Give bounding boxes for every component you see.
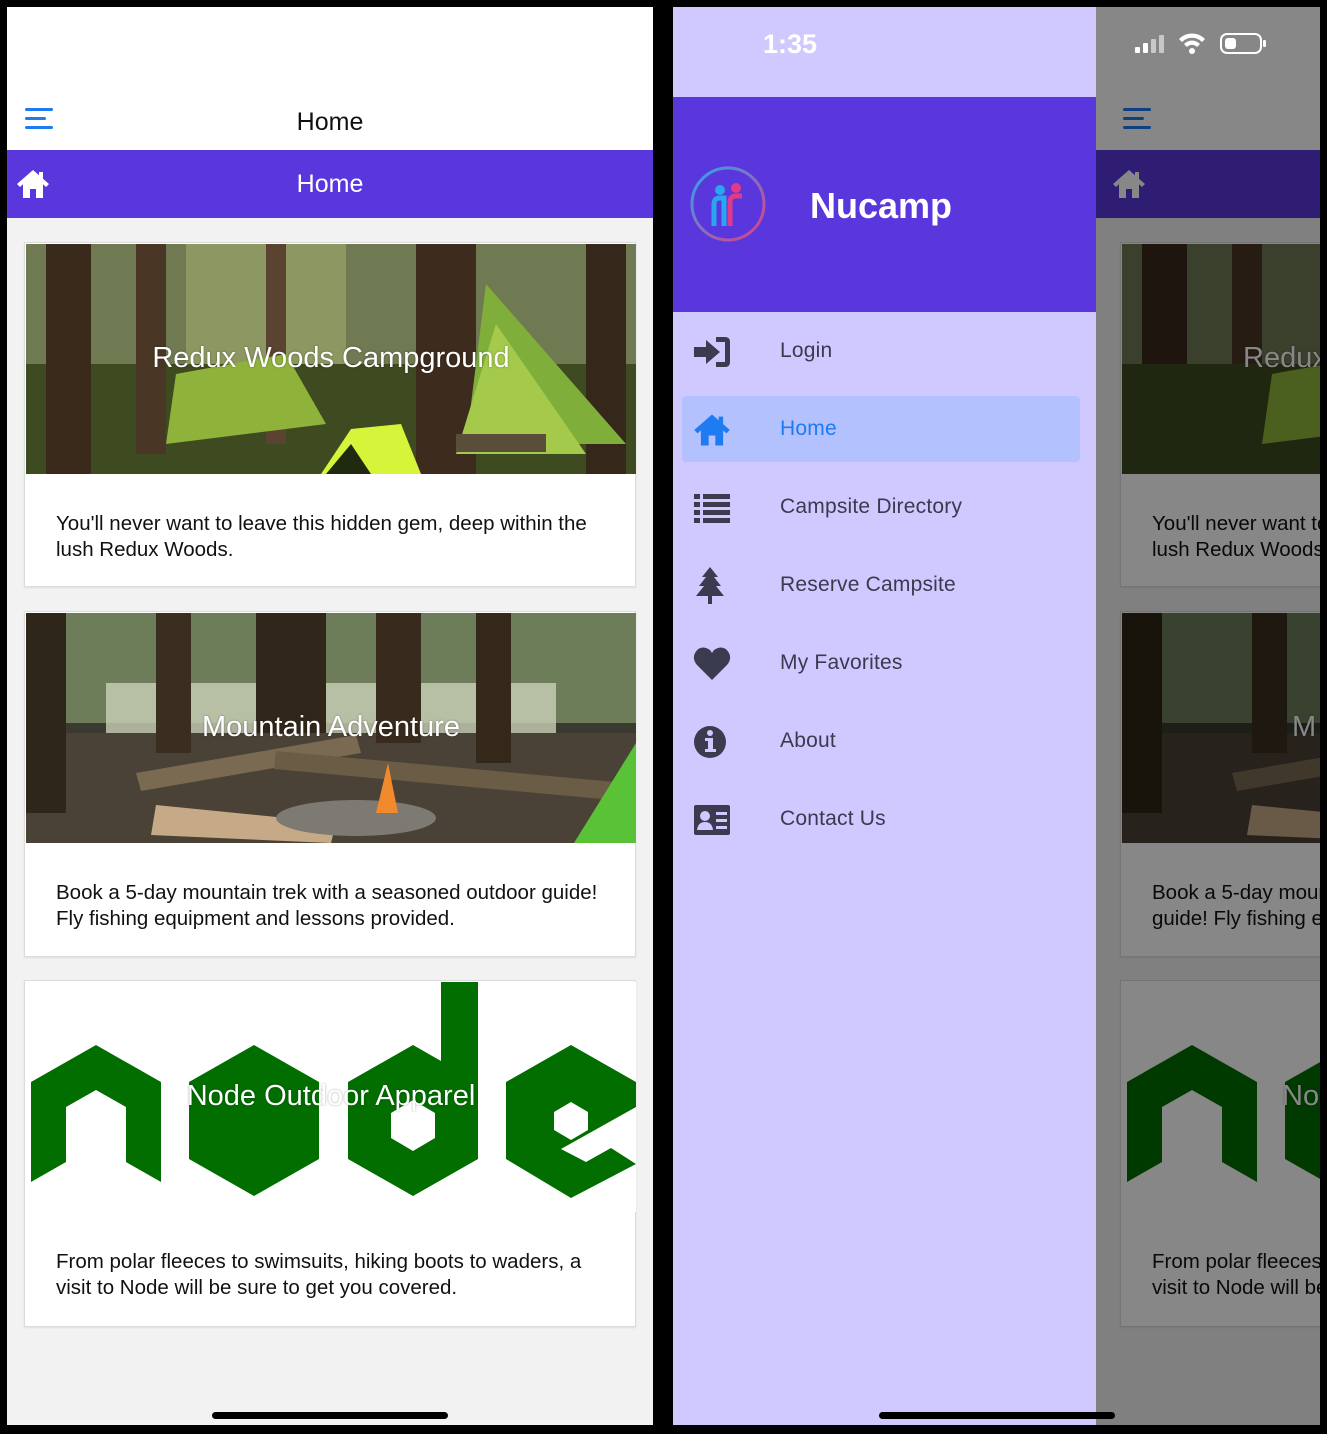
home-indicator[interactable] [212, 1412, 448, 1419]
card-description: Book a 5-day mountain trek with a season… [56, 881, 598, 930]
home-icon [692, 410, 732, 450]
drawer-item-label: Contact Us [780, 807, 886, 830]
drawer-item-label: About [780, 729, 836, 752]
navigation-drawer: 1:35 Nucamp Login Home Campsite Director… [673, 7, 1096, 1425]
drawer-item-campsite-directory[interactable]: Campsite Directory [682, 474, 1080, 540]
drawer-header: Nucamp [673, 97, 1096, 312]
drawer-item-contact-us[interactable]: Contact Us [682, 786, 1080, 852]
drawer-item-my-favorites[interactable]: My Favorites [682, 630, 1080, 696]
drawer-item-label: Login [780, 339, 833, 362]
featured-card-partner[interactable]: Node Outdoor Apparel From polar fleeces … [24, 980, 636, 1327]
drawer-status-area: 1:35 [673, 7, 1096, 97]
status-icons [1133, 31, 1273, 59]
nucamp-logo [690, 166, 766, 242]
status-bar [7, 7, 653, 97]
sign-in-icon [692, 332, 732, 372]
drawer-item-label: Home [780, 417, 837, 440]
home-indicator[interactable] [879, 1412, 1115, 1419]
drawer-item-login[interactable]: Login [682, 318, 1080, 384]
featured-card-promotion[interactable]: Mountain Adventure Book a 5-day mountain… [24, 611, 636, 957]
drawer-item-home[interactable]: Home [682, 396, 1080, 462]
app-header: Home [7, 97, 653, 150]
home-screen: Home Home Redux Woods Campground You'll … [7, 7, 653, 1425]
card-description: You'll never want to leave this hidden g… [56, 512, 587, 561]
drawer-item-reserve-campsite[interactable]: Reserve Campsite [682, 552, 1080, 618]
card-description: From polar fleeces to swimsuits, hiking … [56, 1250, 582, 1299]
card-image-node-logo: Node Outdoor Apparel [26, 982, 636, 1212]
drawer-item-label: My Favorites [780, 651, 903, 674]
drawer-brand-title: Nucamp [810, 185, 953, 226]
address-card-icon [692, 800, 732, 840]
status-time: 1:35 [763, 29, 818, 59]
screen-title: Home [296, 170, 364, 198]
card-title: Mountain Adventure [202, 711, 460, 743]
page-title: Home [296, 108, 364, 136]
drawer-item-label: Reserve Campsite [780, 573, 956, 596]
tree-icon [692, 566, 732, 606]
drawer-open-screen: Redux You'll never want to leave this hi… [673, 7, 1320, 1425]
card-image-forest-campsite: Redux Woods Campground [26, 244, 636, 474]
heart-icon [692, 644, 732, 684]
screen-header-bar: Home [7, 150, 653, 218]
card-title: Redux Woods Campground [152, 342, 510, 374]
info-circle-icon [692, 722, 732, 762]
card-image-campfire: Mountain Adventure [26, 613, 636, 843]
card-title: Node Outdoor Apparel [186, 1080, 476, 1112]
list-icon [692, 488, 732, 528]
featured-card-campsite[interactable]: Redux Woods Campground You'll never want… [24, 242, 636, 587]
drawer-item-label: Campsite Directory [780, 495, 963, 518]
drawer-item-about[interactable]: About [682, 708, 1080, 774]
